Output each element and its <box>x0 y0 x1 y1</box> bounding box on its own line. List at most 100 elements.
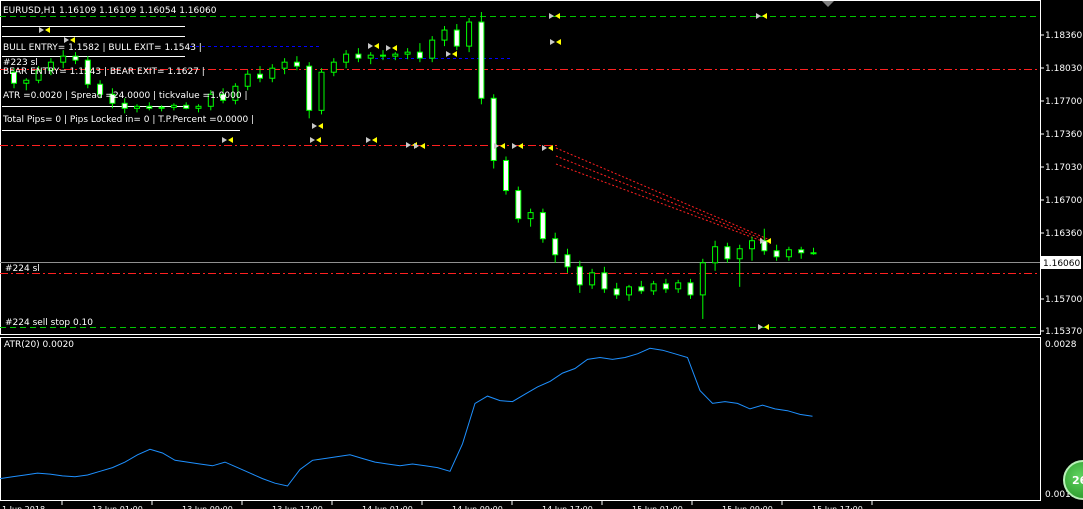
order-arrow-icon <box>764 324 769 330</box>
order-arrow-icon <box>392 45 397 51</box>
order-arrow-icon <box>316 137 321 143</box>
order-arrow-icon <box>756 13 761 19</box>
time-axis: 1 Jun 2018 13 Jun 01:00 13 Jun 09:00 13 Jun… <box>2 501 873 509</box>
shift-triangle[interactable] <box>822 1 834 7</box>
current-price-marker: 1.16060 <box>1041 256 1081 269</box>
time-label: 14 Jun 17:00 <box>542 505 593 509</box>
sl-223-label: #223 sl <box>3 58 38 68</box>
order-arrow-icon <box>518 143 523 149</box>
atr-label: ATR(20) 0.0020 <box>4 340 74 350</box>
candle-body <box>601 272 608 290</box>
candle-body <box>441 29 448 41</box>
order-arrow-icon <box>366 137 371 143</box>
atr-tick: 0.0028 <box>1045 340 1077 350</box>
price-axis: 1.18360 1.18030 1.17700 1.17360 1.17030 … <box>1040 31 1082 337</box>
time-label: 13 Jun 09:00 <box>182 505 233 509</box>
candle-body <box>515 190 522 220</box>
time-label: 14 Jun 01:00 <box>362 505 413 509</box>
candle-body <box>306 65 313 111</box>
candle-body <box>134 105 140 109</box>
candle-body <box>785 249 792 258</box>
time-label: 14 Jun 09:00 <box>452 505 503 509</box>
sell-stop-224-label: #224 sell stop 0.10 <box>5 318 93 328</box>
candle-body <box>527 212 534 220</box>
candle-body <box>810 252 817 255</box>
time-label: 1 Jun 2018 <box>2 505 45 509</box>
candle-body <box>293 61 300 67</box>
candle-body <box>466 21 473 47</box>
order-arrow-icon <box>312 123 317 129</box>
time-label: 15 Jun 01:00 <box>632 505 683 509</box>
order-arrow-icon <box>512 143 517 149</box>
candle-body <box>478 21 485 99</box>
indicator-panel-frame <box>0 337 1041 501</box>
candle-body <box>749 240 755 250</box>
trade-markers[interactable] <box>39 13 771 330</box>
order-arrow-icon <box>500 143 505 149</box>
time-label: 13 Jun 01:00 <box>92 505 143 509</box>
price-tick: 1.18360 <box>1045 31 1082 41</box>
candle-body <box>121 102 128 109</box>
sl-224-label: #224 sl <box>5 264 40 274</box>
order-arrow-icon <box>374 43 379 49</box>
candle-body <box>269 67 276 79</box>
candle-body <box>798 249 805 254</box>
order-arrow-icon <box>310 137 315 143</box>
candle-body <box>429 39 436 59</box>
svg-text:1.16060: 1.16060 <box>1043 259 1080 269</box>
atr-info: ATR =0.0020 | Spread =24.0000 | tickvalu… <box>3 91 247 101</box>
candle-body <box>392 53 399 57</box>
candle-body <box>773 250 780 258</box>
price-tick: 1.17030 <box>1045 163 1082 173</box>
candle-body <box>564 254 571 268</box>
price-tick: 1.15700 <box>1045 295 1082 305</box>
order-arrow-icon <box>386 45 391 51</box>
order-arrow-icon <box>556 39 561 45</box>
candle-body <box>453 29 460 47</box>
candle-body <box>72 55 79 61</box>
candle-body <box>146 105 153 109</box>
order-arrow-icon <box>372 137 377 143</box>
candle-body <box>650 283 657 292</box>
candle-body <box>589 272 596 286</box>
order-arrow-icon <box>406 142 411 148</box>
candle-body <box>158 106 165 109</box>
bear-info: BEAR ENTRY= 1.1543 | BEAR EXIT= 1.1627 | <box>3 67 205 77</box>
price-tick: 1.16360 <box>1045 229 1082 239</box>
candle-body <box>60 55 67 63</box>
chart-title: EURUSD,H1 1.16109 1.16109 1.16054 1.1606… <box>3 6 217 16</box>
candle-body <box>503 159 509 192</box>
candle-body <box>183 104 190 109</box>
candle-body <box>404 51 411 55</box>
pips-info: Total Pips= 0 | Pips Locked in= 0 | T.P.… <box>2 115 254 125</box>
candle-body <box>355 53 362 59</box>
candle-body <box>416 51 423 59</box>
price-tick: 1.15370 <box>1045 327 1082 337</box>
candle-body <box>257 73 263 79</box>
candle-body <box>712 246 719 264</box>
order-arrow-icon <box>228 137 233 143</box>
candle-body <box>539 212 546 240</box>
price-tick: 1.17700 <box>1045 97 1082 107</box>
candle-body <box>576 266 583 286</box>
atr-line <box>0 347 813 487</box>
order-arrow-icon <box>420 143 425 149</box>
candle-body <box>244 73 251 87</box>
price-tick: 1.17360 <box>1045 130 1082 140</box>
candle-body <box>552 238 559 256</box>
candle-body <box>367 54 374 59</box>
candle-body <box>675 282 682 290</box>
candle-body <box>380 54 386 57</box>
price-tick: 1.16700 <box>1045 196 1082 206</box>
trade-arrows <box>555 147 771 245</box>
candle-body <box>638 286 645 292</box>
candle-body <box>724 246 731 260</box>
order-arrow-icon <box>452 51 457 57</box>
candle-body <box>736 248 743 260</box>
candle-body <box>613 288 620 296</box>
trading-chart[interactable]: EURUSD,H1 1.16109 1.16109 1.16054 1.1606… <box>0 0 1083 509</box>
order-arrow-icon <box>39 27 44 33</box>
candle-body <box>195 105 202 109</box>
candle-body <box>490 97 497 161</box>
order-arrow-icon <box>758 324 763 330</box>
